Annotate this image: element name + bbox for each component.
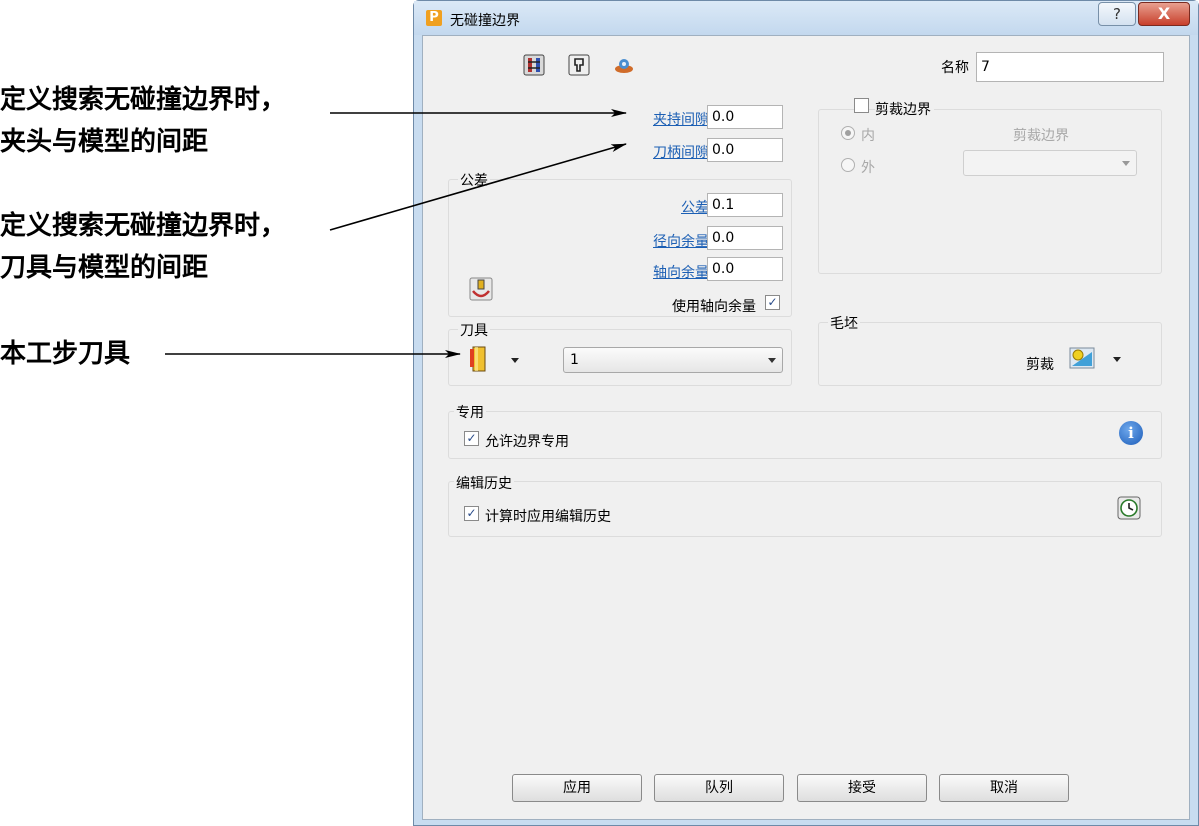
help-button[interactable]: ? [1098, 2, 1136, 26]
window-title: 无碰撞边界 [450, 13, 520, 29]
tolerance-input[interactable]: 0.1 [707, 193, 783, 217]
use-axial-thickness-label: 使用轴向余量 [672, 299, 756, 315]
block-trim-label: 剪裁 [1026, 357, 1054, 373]
tolerance-group-title: 公差 [458, 170, 490, 190]
tool-select[interactable]: 1 [563, 347, 783, 373]
tool-group-title: 刀具 [458, 320, 490, 340]
chevron-down-icon [1122, 161, 1130, 166]
chevron-down-icon [1113, 357, 1121, 362]
close-button[interactable]: X [1138, 2, 1190, 26]
shank-clearance-link[interactable]: 刀柄间隙 [623, 142, 709, 162]
info-icon[interactable]: i [1119, 421, 1143, 445]
radial-thickness-link[interactable]: 径向余量 [623, 231, 709, 251]
trim-boundary-checkbox-label: 剪裁边界 [875, 99, 934, 119]
block-group-title: 毛坯 [828, 313, 860, 333]
tolerance-link[interactable]: 公差 [623, 197, 709, 217]
allow-boundary-dedicated-checkbox[interactable]: ✓ [464, 431, 479, 446]
name-field[interactable]: 7 [976, 52, 1164, 82]
block-trim-dropdown[interactable] [1069, 345, 1125, 373]
title-bar: P 无碰撞边界 ? X [414, 1, 1198, 35]
tool-icon [470, 346, 486, 372]
allow-boundary-dedicated-label: 允许边界专用 [485, 434, 569, 450]
annotation-tool: 本工步刀具 [0, 339, 131, 369]
settings-icon[interactable] [613, 54, 635, 76]
annotation-holder-clearance-line2: 夹头与模型的间距 [0, 127, 209, 157]
trim-boundary-select[interactable] [963, 150, 1137, 176]
trim-boundary-label: 剪裁边界 [1013, 128, 1069, 144]
accept-button[interactable]: 接受 [797, 774, 927, 802]
annotation-shank-clearance-line2: 刀具与模型的间距 [0, 253, 209, 283]
queue-button[interactable]: 队列 [654, 774, 784, 802]
block-trim-icon [1069, 347, 1095, 369]
chevron-down-icon [511, 358, 519, 363]
holder-clearance-input[interactable]: 0.0 [707, 105, 783, 129]
tool-select-value: 1 [570, 352, 579, 368]
boundary-type-icon[interactable] [523, 54, 545, 76]
annotation-shank-clearance-line1: 定义搜索无碰撞边界时， [0, 211, 287, 241]
apply-edit-history-checkbox[interactable]: ✓ [464, 506, 479, 521]
apply-edit-history-label: 计算时应用编辑历史 [485, 509, 611, 525]
outside-radio[interactable] [841, 158, 855, 172]
thickness-tool-icon[interactable] [469, 277, 493, 301]
app-icon: P [426, 10, 442, 26]
radial-thickness-input[interactable]: 0.0 [707, 226, 783, 250]
holder-icon[interactable] [568, 54, 590, 76]
axial-thickness-link[interactable]: 轴向余量 [623, 262, 709, 282]
dialog-window: P 无碰撞边界 ? X 名称 7 夹持间隙 0.0 刀柄间隙 0.0 公差 公差… [413, 0, 1199, 826]
inside-radio[interactable] [841, 126, 855, 140]
tool-type-dropdown[interactable] [467, 346, 523, 374]
name-label: 名称 [941, 60, 969, 76]
edit-history-group-title: 编辑历史 [454, 473, 514, 493]
axial-thickness-input[interactable]: 0.0 [707, 257, 783, 281]
shank-clearance-input[interactable]: 0.0 [707, 138, 783, 162]
dialog-body: 名称 7 夹持间隙 0.0 刀柄间隙 0.0 公差 公差 0.1 径向余量 0.… [422, 35, 1190, 820]
apply-button[interactable]: 应用 [512, 774, 642, 802]
use-axial-thickness-checkbox[interactable]: ✓ [765, 295, 780, 310]
trim-boundary-checkbox[interactable] [854, 98, 869, 113]
inside-radio-label: 内 [861, 128, 875, 144]
dedicated-group-title: 专用 [454, 402, 486, 422]
cancel-button[interactable]: 取消 [939, 774, 1069, 802]
holder-clearance-link[interactable]: 夹持间隙 [623, 109, 709, 129]
annotation-holder-clearance-line1: 定义搜索无碰撞边界时， [0, 85, 287, 115]
outside-radio-label: 外 [861, 160, 875, 176]
chevron-down-icon [768, 358, 776, 363]
edit-history-clock-icon[interactable] [1117, 496, 1141, 520]
